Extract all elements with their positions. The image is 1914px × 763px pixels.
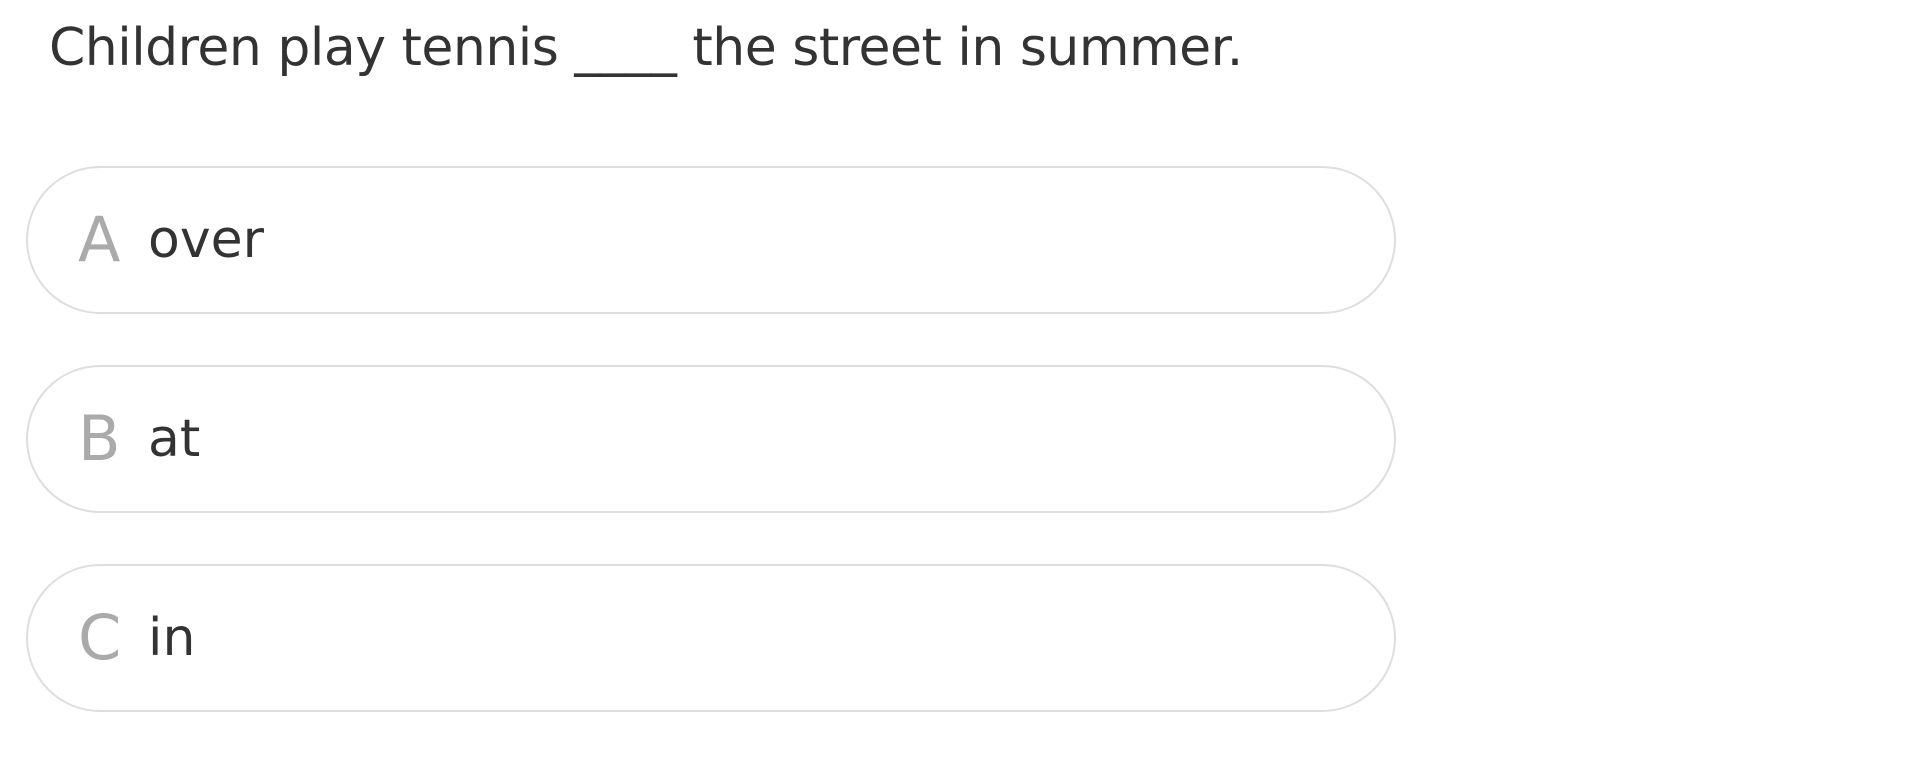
option-letter: B — [78, 402, 121, 475]
question-text: Children play tennis ____ the street in … — [49, 18, 1243, 78]
option-label: over — [148, 210, 264, 270]
option-b[interactable]: B at — [26, 365, 1396, 513]
option-letter: A — [78, 203, 121, 276]
option-a[interactable]: A over — [26, 166, 1396, 314]
option-letter: C — [78, 601, 122, 674]
option-label: in — [148, 608, 196, 668]
option-label: at — [148, 409, 201, 469]
answer-options: A over B at C in — [26, 166, 1396, 763]
option-c[interactable]: C in — [26, 564, 1396, 712]
